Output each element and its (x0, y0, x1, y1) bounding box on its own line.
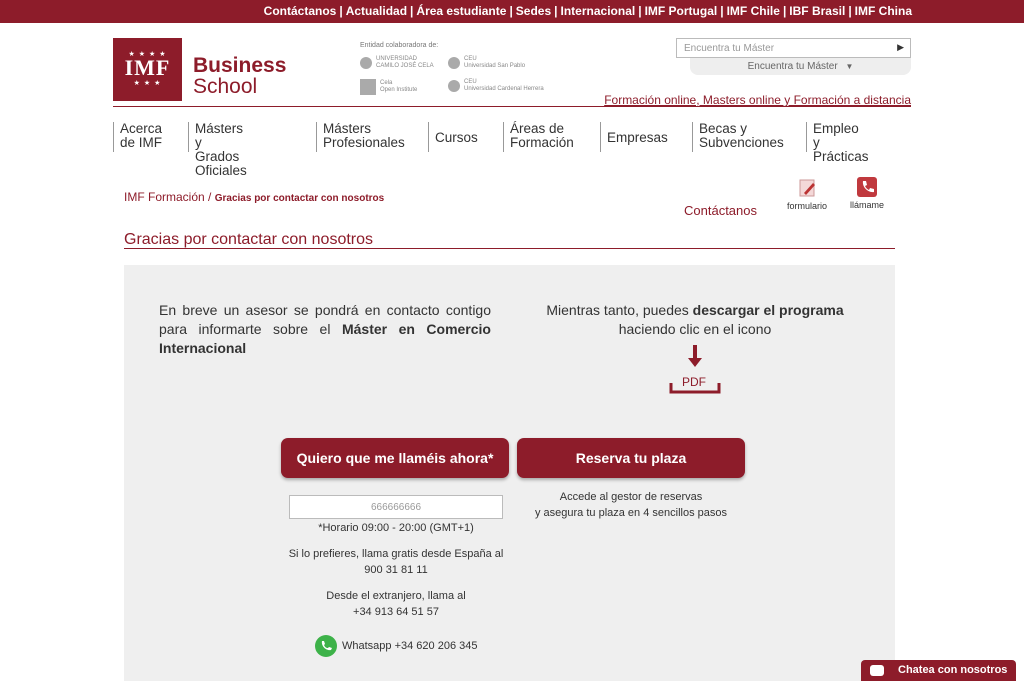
collab-title: Entidad colaboradora de: (360, 42, 439, 49)
nav-item-empresas[interactable]: Empresas (600, 122, 668, 152)
header-divider (113, 106, 911, 107)
top-bar: Contáctanos | Actualidad | Área estudiante | S… (0, 0, 1024, 23)
form-icon (799, 179, 815, 197)
chat-button[interactable]: Chatea con nosotros (861, 660, 1016, 681)
form-button[interactable]: formulario (785, 178, 829, 211)
call-now-button[interactable]: Quiero que me llaméis ahora* (281, 438, 509, 478)
nav-item-masters-profesionales[interactable]: Másters Profesionales (316, 122, 405, 152)
schedule-text: *Horario 09:00 - 20:00 (GMT+1) (318, 522, 474, 534)
logo-text: IMF (124, 55, 171, 80)
pdf-download[interactable]: PDF (669, 345, 721, 395)
ceu-logo-icon (448, 80, 460, 92)
title-divider (124, 248, 895, 249)
top-link-area-estudiante[interactable]: Área estudiante (416, 4, 506, 18)
page-title: Gracias por contactar con nosotros (124, 231, 374, 248)
chevron-down-icon: ▼ (845, 62, 854, 71)
top-link-internacional[interactable]: Internacional (561, 4, 636, 18)
abroad-call-text: Desde el extranjero, llama al +34 913 64… (326, 590, 466, 618)
brand-line2: School (193, 75, 258, 98)
top-link-imf-china[interactable]: IMF China (855, 4, 912, 18)
whatsapp-icon (315, 635, 337, 657)
imf-logo[interactable]: ★ ★ ★ ★ IMF ★ ★ ★ (113, 38, 182, 101)
nav-item-becas[interactable]: Becas y Subvenciones (692, 122, 784, 152)
spain-phone[interactable]: 900 31 81 11 (364, 564, 427, 576)
logo-stars-bottom: ★ ★ ★ (133, 80, 162, 87)
master-dropdown-label: Encuentra tu Máster (747, 61, 838, 72)
brand-line1: Business (193, 54, 287, 77)
nav-item-empleo[interactable]: Empleo y Prácticas (806, 122, 869, 164)
call-me-button[interactable]: llámame (845, 177, 889, 210)
collab-ceu-san-pablo[interactable]: CEU Universidad San Pablo (448, 56, 525, 70)
top-link-ibf-brasil[interactable]: IBF Brasil (789, 4, 845, 18)
top-links: Contáctanos | Actualidad | Área estudiante | S… (263, 4, 912, 18)
nav-item-areas[interactable]: Áreas de Formación (503, 122, 574, 152)
ucjc-logo-icon (360, 57, 372, 69)
nav-item-acerca[interactable]: Acerca de IMF (113, 122, 162, 152)
nav-item-masters-grados[interactable]: Másters y Grados Oficiales (188, 122, 247, 178)
breadcrumb-home[interactable]: IMF Formación (124, 190, 205, 204)
nav-item-cursos[interactable]: Cursos (428, 122, 478, 152)
chat-bubble-icon (870, 665, 884, 676)
master-dropdown[interactable]: Encuentra tu Máster ▼ (690, 58, 911, 75)
phone-icon (857, 177, 877, 197)
download-message: Mientras tanto, puedes descargar el prog… (546, 302, 844, 337)
spain-call-text: Si lo prefieres, llama gratis desde Espa… (288, 548, 504, 576)
abroad-phone[interactable]: +34 913 64 51 57 (353, 606, 439, 618)
search-input[interactable]: Encuentra tu Máster ▶ (676, 38, 911, 58)
top-link-actualidad[interactable]: Actualidad (346, 4, 407, 18)
collab-cela[interactable]: Cela Open Institute (360, 79, 417, 95)
top-link-sedes[interactable]: Sedes (516, 4, 551, 18)
tagline-link[interactable]: Formación online, Masters online y Forma… (604, 93, 911, 107)
pdf-label: PDF (682, 375, 706, 389)
top-link-imf-chile[interactable]: IMF Chile (727, 4, 780, 18)
top-link-imf-portugal[interactable]: IMF Portugal (645, 4, 718, 18)
top-link-contactanos[interactable]: Contáctanos (264, 4, 337, 18)
collab-ucjc[interactable]: UNIVERSIDAD CAMILO JOSÉ CELA (360, 56, 434, 70)
brand-name[interactable]: Business School (193, 55, 286, 97)
breadcrumb-current: Gracias por contactar con nosotros (214, 193, 385, 204)
ceu-logo-icon (448, 57, 460, 69)
reserve-button[interactable]: Reserva tu plaza (517, 438, 745, 478)
advisor-message: En breve un asesor se pondrá en contacto… (159, 302, 491, 356)
search-placeholder: Encuentra tu Máster (684, 43, 775, 54)
whatsapp-contact[interactable]: Whatsapp +34 620 206 345 (315, 635, 477, 657)
breadcrumb: IMF Formación / Gracias por contactar co… (124, 190, 385, 204)
contact-label: Contáctanos (684, 203, 757, 218)
chat-label: Chatea con nosotros (898, 664, 1008, 676)
phone-field[interactable]: 666666666 (289, 495, 503, 519)
cela-logo-icon (360, 79, 376, 95)
collab-ceu-cardenal-herrera[interactable]: CEU Universidad Cardenal Herrera (448, 79, 544, 93)
search-go-icon[interactable]: ▶ (897, 42, 904, 53)
reserve-description: Accede al gestor de reservas y asegura t… (534, 491, 727, 519)
